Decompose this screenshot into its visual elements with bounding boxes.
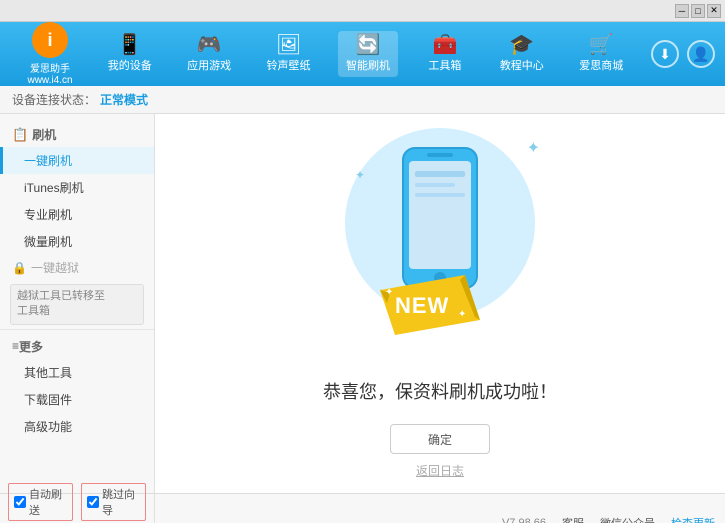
store-icon: 🛒 xyxy=(589,35,614,55)
section-flash-title: 📋 刷机 xyxy=(0,122,154,147)
wallpaper-icon: 🖼 xyxy=(276,35,301,55)
main-layout: 📋 刷机 一键刷机 iTunes刷机 专业刷机 微量刷机 🔒 一键越狱 越狱工具… xyxy=(0,114,725,493)
sidebar-item-one-click[interactable]: 一键刷机 xyxy=(0,147,154,174)
tutorial-label: 教程中心 xyxy=(500,57,544,73)
svg-text:✦: ✦ xyxy=(458,309,466,320)
wechat-link[interactable]: 微信公众号 xyxy=(600,515,655,523)
smart-shop-label: 智能刷机 xyxy=(346,57,390,73)
tutorial-icon: 🎓 xyxy=(509,35,534,55)
toolbox-label: 工具箱 xyxy=(428,57,461,73)
nav-toolbox[interactable]: 🧰 工具箱 xyxy=(417,31,472,77)
more-section-label: 更多 xyxy=(19,338,43,355)
maximize-button[interactable]: □ xyxy=(691,4,705,18)
bottom-right-area: V7.98.66 客服 微信公众号 检查更新 xyxy=(155,494,725,523)
sidebar-item-other-tools[interactable]: 其他工具 xyxy=(0,359,154,386)
lock-icon: 🔒 xyxy=(12,261,27,275)
store-label: 爱思商城 xyxy=(579,57,623,73)
nav-smart-shop[interactable]: 🔄 智能刷机 xyxy=(338,31,398,77)
check-update-link[interactable]: 检查更新 xyxy=(671,515,715,523)
title-bar: ─ □ ✕ xyxy=(0,0,725,22)
sidebar-item-micro-flash[interactable]: 微量刷机 xyxy=(0,228,154,255)
smart-shop-icon: 🔄 xyxy=(356,35,381,55)
logo-area: i 爱思助手 www.i4.cn xyxy=(10,22,90,86)
nav-right-controls: ⬇ 👤 xyxy=(651,40,715,68)
nav-wallpaper[interactable]: 🖼 铃声壁纸 xyxy=(259,31,319,77)
auto-flash-label: 自动刷送 xyxy=(29,486,67,518)
sidebar-item-jailbreak-disabled: 🔒 一键越狱 xyxy=(0,255,154,280)
status-value: 正常模式 xyxy=(100,91,148,108)
confirm-button[interactable]: 确定 xyxy=(390,424,490,454)
status-label: 设备连接状态： xyxy=(12,91,96,108)
skip-wizard-checkbox[interactable] xyxy=(87,496,99,508)
flash-section-icon: 📋 xyxy=(12,127,28,143)
nav-items: 📱 我的设备 🎮 应用游戏 🖼 铃声壁纸 🔄 智能刷机 🧰 工具箱 🎓 xyxy=(90,31,641,77)
skip-wizard-label: 跳过向导 xyxy=(102,486,140,518)
sidebar-item-pro-flash[interactable]: 专业刷机 xyxy=(0,201,154,228)
customer-service-link[interactable]: 客服 xyxy=(562,515,584,523)
sidebar-notice: 越狱工具已转移至 工具箱 xyxy=(10,284,144,325)
nav-store[interactable]: 🛒 爱思商城 xyxy=(571,31,631,77)
logo-url: www.i4.cn xyxy=(27,75,72,86)
my-device-icon: 📱 xyxy=(117,35,142,55)
skip-wizard-wrapper: 跳过向导 xyxy=(81,483,146,521)
my-device-label: 我的设备 xyxy=(108,57,152,73)
sparkle-icon-left: ✦ xyxy=(355,168,365,182)
phone-illustration: ✦ ✦ xyxy=(330,128,550,358)
sidebar-item-download-fw[interactable]: 下载固件 xyxy=(0,386,154,413)
section-more-title: ≡ 更多 xyxy=(0,334,154,359)
logo-icon: i xyxy=(32,22,68,58)
sidebar-divider xyxy=(0,329,154,330)
top-navigation: i 爱思助手 www.i4.cn 📱 我的设备 🎮 应用游戏 🖼 铃声壁纸 🔄 … xyxy=(0,22,725,86)
toolbox-icon: 🧰 xyxy=(432,35,457,55)
bottom-left-checkboxes: 自动刷送 跳过向导 📱 iPhone 12 mini 64GB Down-12m… xyxy=(0,494,155,523)
user-button[interactable]: 👤 xyxy=(687,40,715,68)
sidebar-item-advanced[interactable]: 高级功能 xyxy=(0,413,154,440)
status-bar: 设备连接状态： 正常模式 xyxy=(0,86,725,114)
sidebar-item-itunes[interactable]: iTunes刷机 xyxy=(0,174,154,201)
auto-flash-wrapper: 自动刷送 xyxy=(8,483,73,521)
apps-icon: 🎮 xyxy=(197,35,222,55)
flash-section-label: 刷机 xyxy=(32,126,56,143)
svg-text:✦: ✦ xyxy=(385,287,393,298)
logo-title: 爱思助手 xyxy=(30,60,70,75)
nav-tutorial[interactable]: 🎓 教程中心 xyxy=(492,31,552,77)
more-section-icon: ≡ xyxy=(12,339,19,353)
bottom-panel: 自动刷送 跳过向导 📱 iPhone 12 mini 64GB Down-12m… xyxy=(0,493,725,523)
back-to-log-link[interactable]: 返回日志 xyxy=(416,462,464,479)
apps-label: 应用游戏 xyxy=(187,57,231,73)
download-button[interactable]: ⬇ xyxy=(651,40,679,68)
nav-my-device[interactable]: 📱 我的设备 xyxy=(100,31,160,77)
window-controls[interactable]: ─ □ ✕ xyxy=(675,4,721,18)
minimize-button[interactable]: ─ xyxy=(675,4,689,18)
auto-flash-checkbox[interactable] xyxy=(14,496,26,508)
svg-text:NEW: NEW xyxy=(395,293,449,318)
nav-apps[interactable]: 🎮 应用游戏 xyxy=(179,31,239,77)
content-area: ✦ ✦ xyxy=(155,114,725,493)
sparkle-icon-top: ✦ xyxy=(527,138,540,158)
success-text: 恭喜您，保资料刷机成功啦！ xyxy=(323,378,557,404)
version-text: V7.98.66 xyxy=(502,517,546,523)
checkbox-row: 自动刷送 跳过向导 xyxy=(8,483,146,521)
wallpaper-label: 铃声壁纸 xyxy=(267,57,311,73)
close-button[interactable]: ✕ xyxy=(707,4,721,18)
new-badge: NEW ✦ ✦ xyxy=(380,275,480,338)
sidebar: 📋 刷机 一键刷机 iTunes刷机 专业刷机 微量刷机 🔒 一键越狱 越狱工具… xyxy=(0,114,155,493)
